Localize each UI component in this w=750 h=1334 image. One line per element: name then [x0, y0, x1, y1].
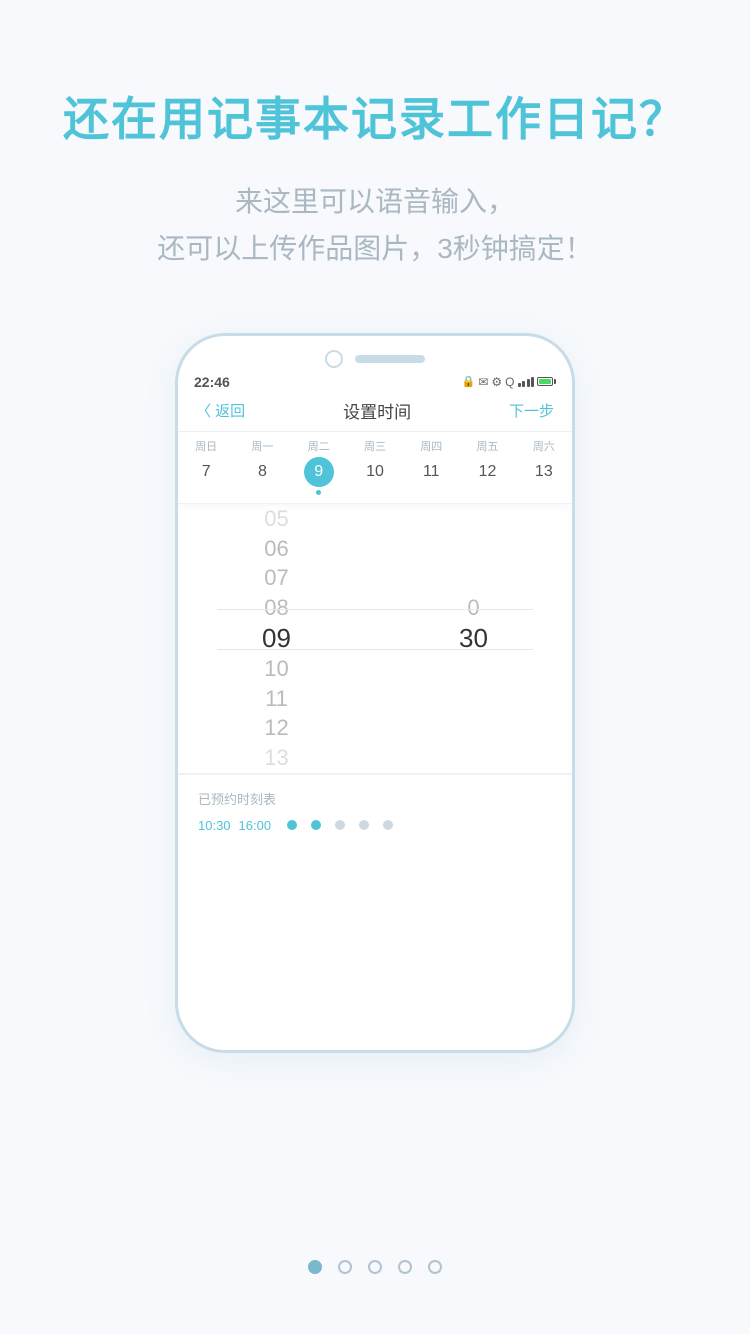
week-day-name: 周一: [234, 438, 290, 454]
hour-item-10[interactable]: 10: [178, 654, 375, 684]
week-day-number: 12: [473, 457, 503, 487]
week-day-name: 周三: [347, 438, 403, 454]
hour-item-13[interactable]: 13: [178, 743, 375, 773]
signal-bar-4: [531, 377, 534, 387]
page-dot-3[interactable]: [398, 1260, 412, 1274]
page-dot-4[interactable]: [428, 1260, 442, 1274]
signal-bar-3: [527, 379, 530, 387]
hour-item-05[interactable]: 05: [178, 504, 375, 534]
week-day-number: 9: [304, 457, 334, 487]
sub-title: 来这里可以语音输入， 还可以上传作品图片，3秒钟搞定！: [0, 178, 750, 273]
week-day-name: 周五: [459, 438, 515, 454]
week-day-number: 7: [191, 457, 221, 487]
page-dot-2[interactable]: [368, 1260, 382, 1274]
week-bar: 周日 7 周一 8 周二 9 周三 10 周四 11 周五 12 周六 13: [178, 432, 572, 504]
schedule-dot-3: [359, 820, 369, 830]
status-icons: 🔒 ✉ ⚙ Q: [462, 375, 556, 389]
hour-item-07[interactable]: 07: [178, 563, 375, 593]
schedule-dot-4: [383, 820, 393, 830]
week-day-13[interactable]: 周六 13: [516, 438, 572, 495]
minute-item-0[interactable]: [375, 504, 572, 534]
week-day-8[interactable]: 周一 8: [234, 438, 290, 495]
week-day-7[interactable]: 周日 7: [178, 438, 234, 495]
status-bar: 22:46 🔒 ✉ ⚙ Q: [178, 368, 572, 392]
week-day-name: 周二: [291, 438, 347, 454]
minute-item-2[interactable]: [375, 563, 572, 593]
signal-bar-1: [518, 383, 521, 387]
signal-bars: [518, 376, 535, 387]
minute-item-1[interactable]: [375, 534, 572, 564]
phone-speaker: [355, 355, 425, 363]
hour-item-06[interactable]: 06: [178, 534, 375, 564]
battery-icon: [537, 377, 556, 386]
week-day-name: 周日: [178, 438, 234, 454]
week-day-10[interactable]: 周三 10: [347, 438, 403, 495]
week-day-name: 周四: [403, 438, 459, 454]
wifi-icon: Q: [505, 375, 514, 389]
hour-item-08[interactable]: 08: [178, 593, 375, 623]
week-day-number: 13: [529, 457, 559, 487]
week-day-number: 10: [360, 457, 390, 487]
schedule-dot-2: [335, 820, 345, 830]
minute-item-5[interactable]: [375, 654, 572, 684]
phone-mockup: 22:46 🔒 ✉ ⚙ Q: [175, 333, 575, 1053]
sub-title-line2: 还可以上传作品图片，3秒钟搞定！: [157, 233, 593, 264]
schedule-time-value: 10:30: [198, 818, 231, 833]
schedule-time-item: 10:30: [198, 818, 231, 833]
hour-item-11[interactable]: 11: [178, 684, 375, 714]
schedule-label: 已预约时刻表: [198, 789, 552, 808]
main-title: 还在用记事本记录工作日记？: [0, 90, 750, 150]
page-dot-0[interactable]: [308, 1260, 322, 1274]
schedule-time-value: 16:00: [239, 818, 272, 833]
mail-icon: ✉: [478, 375, 488, 389]
hour-column[interactable]: 050607080910111213: [178, 504, 375, 773]
header-section: 还在用记事本记录工作日记？ 来这里可以语音输入， 还可以上传作品图片，3秒钟搞定…: [0, 0, 750, 273]
minute-item-8[interactable]: [375, 743, 572, 773]
schedule-time-item: 16:00: [239, 818, 272, 833]
signal-bar-2: [522, 381, 525, 387]
schedule-dot-0: [287, 820, 297, 830]
hour-item-12[interactable]: 12: [178, 713, 375, 743]
bottom-section: 已预约时刻表 10:30 16:00: [178, 774, 572, 845]
minute-item-6[interactable]: [375, 684, 572, 714]
minute-item-30[interactable]: 30: [375, 623, 572, 654]
phone-top-bar: [178, 336, 572, 368]
status-time: 22:46: [194, 374, 230, 390]
nav-back-button[interactable]: 〈 返回: [196, 400, 245, 421]
sub-title-line1: 来这里可以语音输入，: [235, 186, 515, 217]
schedule-dots-row: [287, 820, 393, 830]
minute-column[interactable]: 030: [375, 504, 572, 773]
nav-title: 设置时间: [343, 398, 411, 423]
app-icon: ⚙: [491, 375, 502, 389]
week-day-dot: [316, 490, 321, 495]
phone-wrapper: 22:46 🔒 ✉ ⚙ Q: [0, 333, 750, 1053]
schedule-times: 10:30 16:00: [198, 818, 552, 833]
schedule-dot-1: [311, 820, 321, 830]
page-dot-1[interactable]: [338, 1260, 352, 1274]
pagination: [0, 1260, 750, 1274]
week-day-12[interactable]: 周五 12: [459, 438, 515, 495]
hour-item-09[interactable]: 09: [178, 623, 375, 654]
week-day-9[interactable]: 周二 9: [291, 438, 347, 495]
minute-item-7[interactable]: [375, 713, 572, 743]
week-day-number: 11: [416, 457, 446, 487]
week-day-11[interactable]: 周四 11: [403, 438, 459, 495]
phone-camera: [325, 350, 343, 368]
lock-icon: 🔒: [462, 375, 476, 388]
week-day-number: 8: [247, 457, 277, 487]
nav-bar: 〈 返回 设置时间 下一步: [178, 392, 572, 432]
minute-item-0[interactable]: 0: [375, 593, 572, 623]
time-picker[interactable]: 050607080910111213 030: [178, 504, 572, 774]
week-day-name: 周六: [516, 438, 572, 454]
nav-next-button[interactable]: 下一步: [509, 400, 554, 421]
